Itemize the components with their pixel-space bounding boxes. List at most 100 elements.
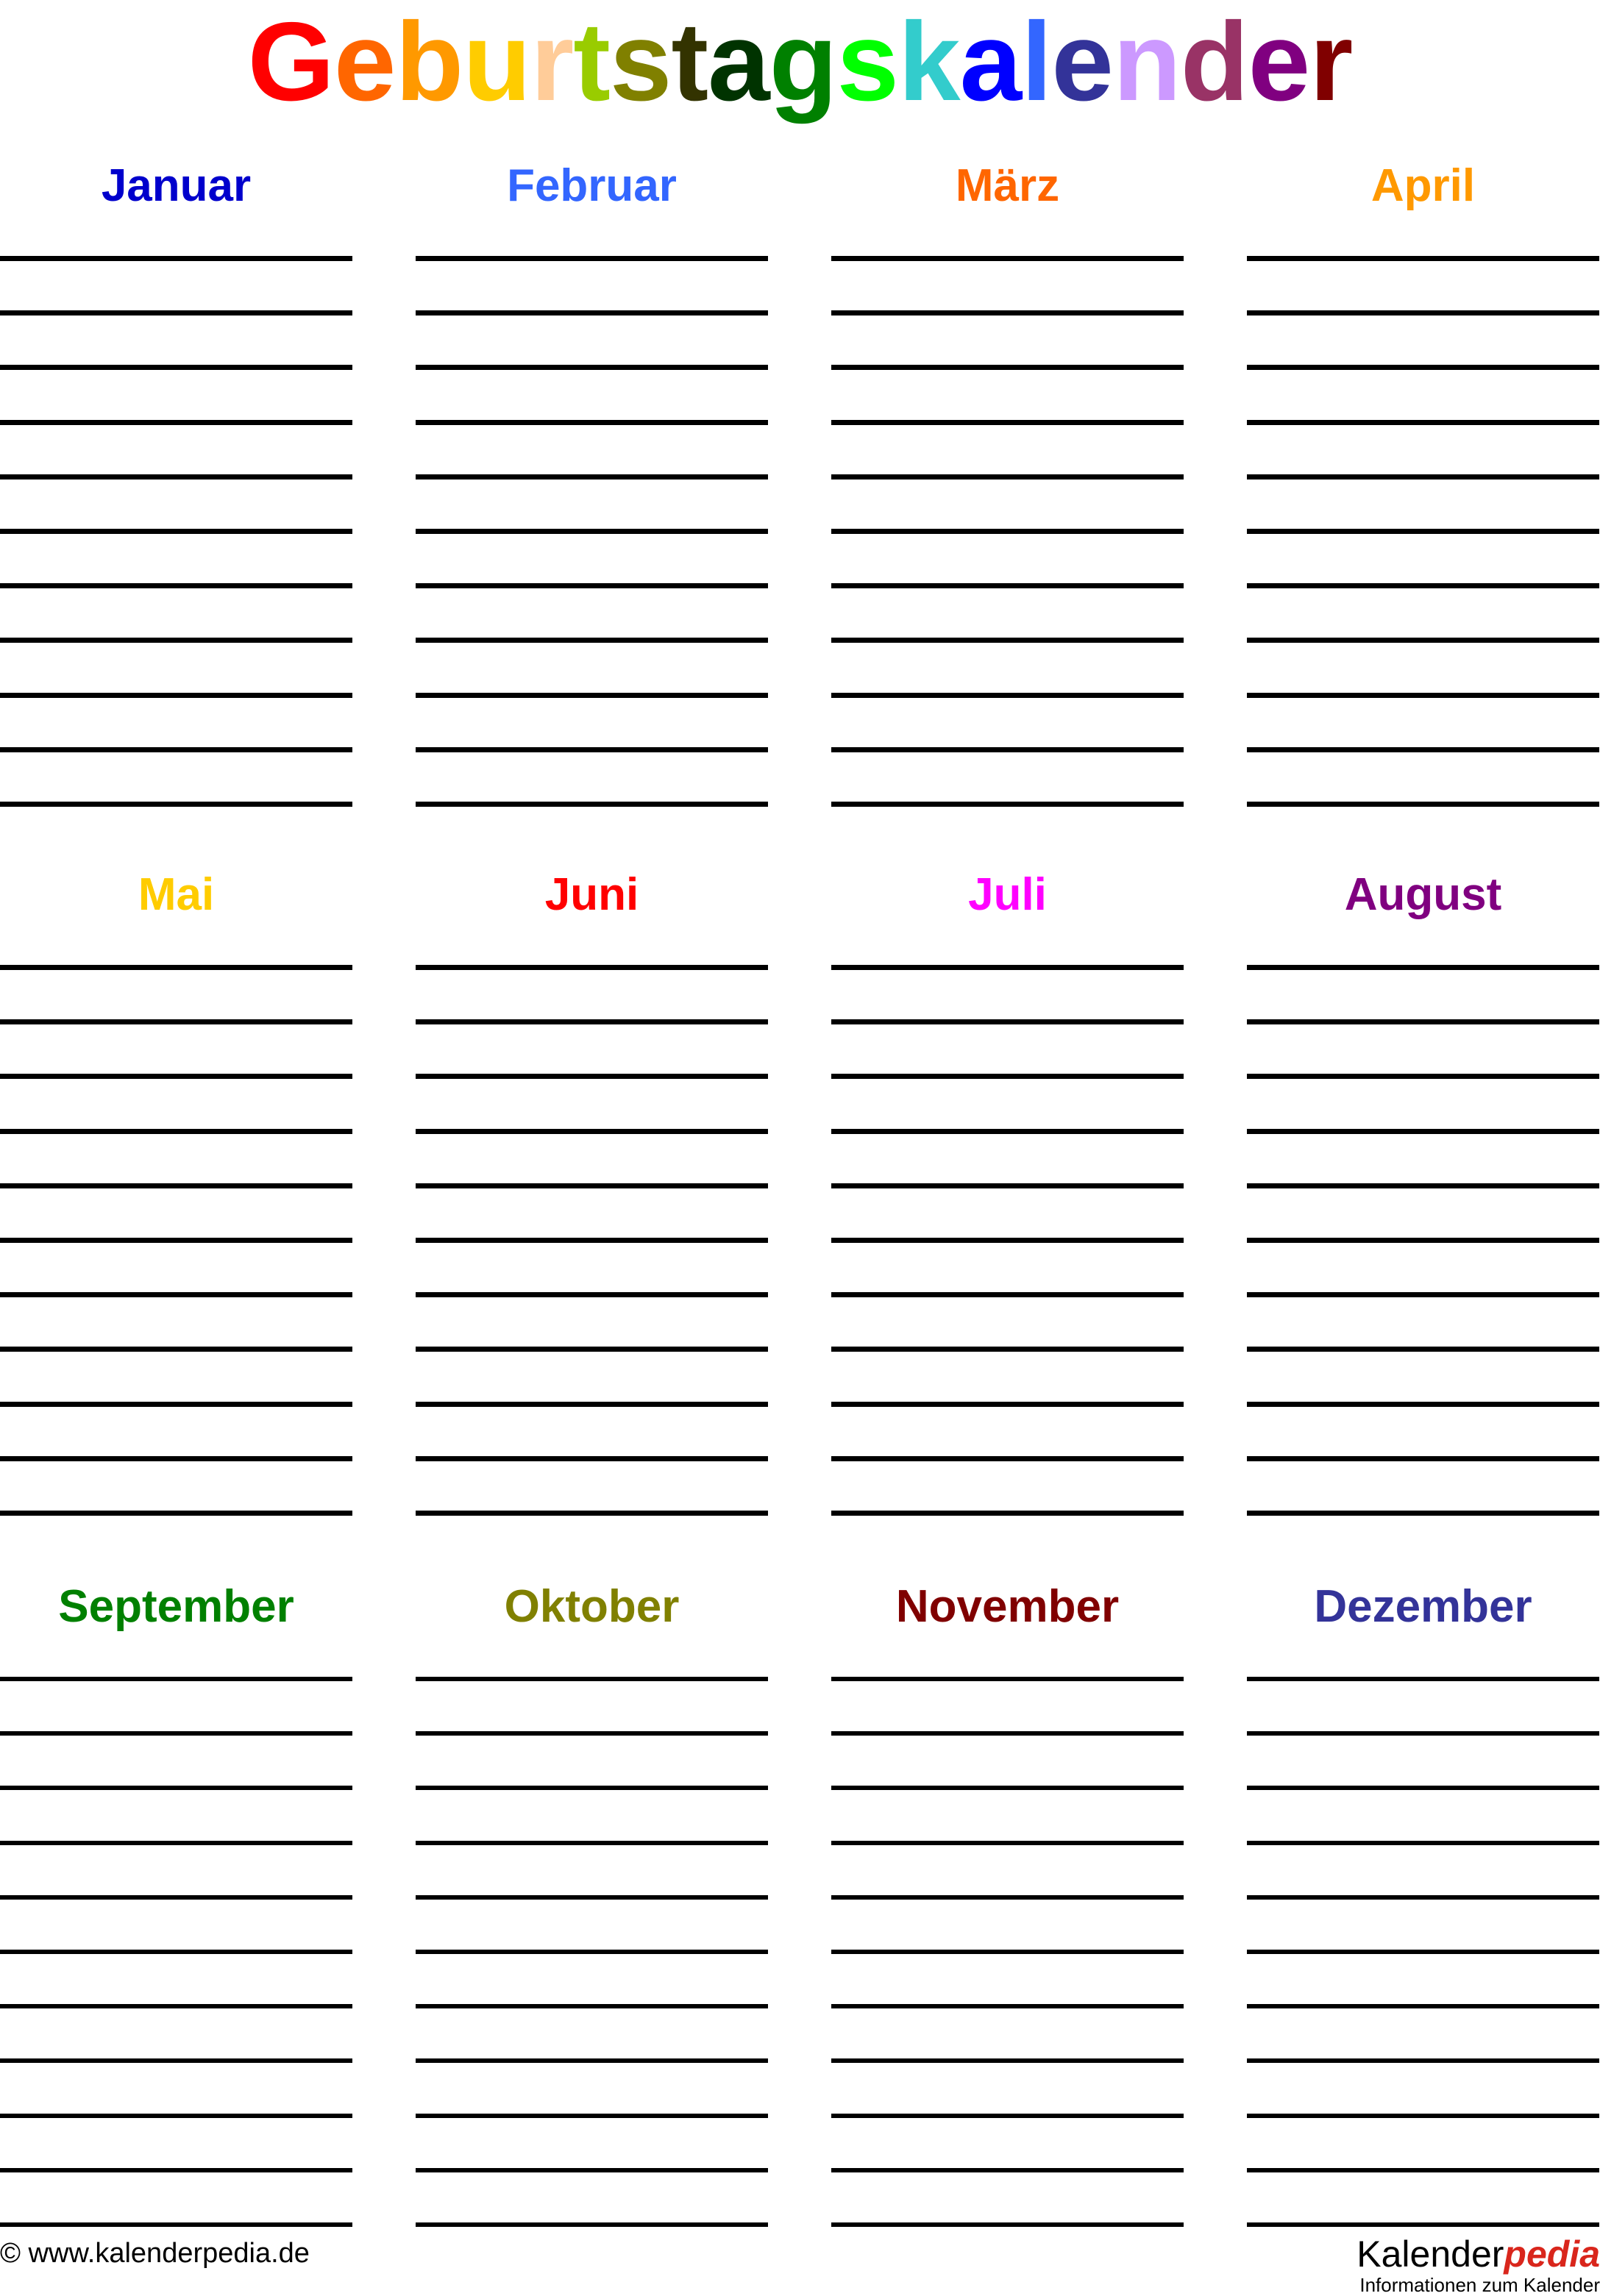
entry-line[interactable] [831,1237,1184,1292]
entry-line[interactable] [831,1510,1184,1565]
entry-line[interactable] [831,1074,1184,1128]
entry-line[interactable] [0,1510,352,1565]
entry-line[interactable] [416,965,768,1019]
entry-line[interactable] [416,365,768,419]
entry-line[interactable] [0,1128,352,1183]
entry-line[interactable] [831,1019,1184,1074]
entry-line[interactable] [0,1019,352,1074]
entry-line[interactable] [416,1237,768,1292]
entry-line[interactable] [1247,256,1599,310]
entry-line[interactable] [1247,528,1599,583]
entry-line[interactable] [0,256,352,310]
entry-line[interactable] [416,746,768,802]
entry-line[interactable] [416,1894,768,1950]
entry-line[interactable] [831,256,1184,310]
entry-line[interactable] [416,310,768,365]
entry-line[interactable] [831,1949,1184,2004]
entry-line[interactable] [0,1840,352,1895]
entry-line[interactable] [0,365,352,419]
entry-line[interactable] [416,1292,768,1347]
entry-line[interactable] [831,1128,1184,1183]
entry-line[interactable] [416,2004,768,2058]
entry-line[interactable] [416,1019,768,1074]
entry-line[interactable] [831,1183,1184,1238]
entry-line[interactable] [0,528,352,583]
entry-line[interactable] [1247,2004,1599,2058]
entry-line[interactable] [1247,474,1599,529]
entry-line[interactable] [1247,638,1599,692]
entry-line[interactable] [0,583,352,638]
entry-line[interactable] [831,1292,1184,1347]
entry-line[interactable] [831,746,1184,802]
entry-line[interactable] [416,2167,768,2222]
entry-line[interactable] [831,1731,1184,1786]
entry-line[interactable] [831,2058,1184,2113]
entry-line[interactable] [831,310,1184,365]
entry-line[interactable] [0,801,352,856]
entry-line[interactable] [0,1074,352,1128]
entry-line[interactable] [0,419,352,474]
entry-line[interactable] [1247,1510,1599,1565]
entry-line[interactable] [831,419,1184,474]
entry-line[interactable] [416,692,768,747]
entry-line[interactable] [831,1786,1184,1840]
entry-line[interactable] [1247,1949,1599,2004]
entry-line[interactable] [0,2004,352,2058]
entry-line[interactable] [1247,583,1599,638]
entry-line[interactable] [416,419,768,474]
entry-line[interactable] [831,2113,1184,2168]
entry-line[interactable] [416,528,768,583]
entry-line[interactable] [831,692,1184,747]
entry-line[interactable] [1247,1347,1599,1401]
entry-line[interactable] [0,474,352,529]
entry-line[interactable] [1247,1455,1599,1511]
entry-line[interactable] [831,1894,1184,1950]
entry-line[interactable] [416,1731,768,1786]
entry-line[interactable] [1247,801,1599,856]
entry-line[interactable] [416,1455,768,1511]
entry-line[interactable] [1247,1019,1599,1074]
entry-line[interactable] [1247,1840,1599,1895]
entry-line[interactable] [416,1183,768,1238]
entry-line[interactable] [1247,1677,1599,1731]
entry-line[interactable] [831,1455,1184,1511]
entry-line[interactable] [416,1949,768,2004]
entry-line[interactable] [0,1347,352,1401]
entry-line[interactable] [416,256,768,310]
entry-line[interactable] [416,2058,768,2113]
entry-line[interactable] [0,2167,352,2222]
entry-line[interactable] [831,638,1184,692]
entry-line[interactable] [0,638,352,692]
entry-line[interactable] [1247,2058,1599,2113]
entry-line[interactable] [831,2167,1184,2222]
entry-line[interactable] [416,1677,768,1731]
entry-line[interactable] [0,1786,352,1840]
entry-line[interactable] [831,801,1184,856]
entry-line[interactable] [416,1347,768,1401]
entry-line[interactable] [0,2058,352,2113]
entry-line[interactable] [1247,2113,1599,2168]
entry-line[interactable] [0,965,352,1019]
entry-line[interactable] [416,638,768,692]
entry-line[interactable] [416,1074,768,1128]
entry-line[interactable] [0,692,352,747]
entry-line[interactable] [1247,746,1599,802]
entry-line[interactable] [416,1840,768,1895]
entry-line[interactable] [416,801,768,856]
entry-line[interactable] [1247,692,1599,747]
entry-line[interactable] [0,1949,352,2004]
entry-line[interactable] [0,1455,352,1511]
entry-line[interactable] [1247,1786,1599,1840]
entry-line[interactable] [1247,365,1599,419]
entry-line[interactable] [0,1677,352,1731]
entry-line[interactable] [0,1401,352,1456]
entry-line[interactable] [1247,1401,1599,1456]
entry-line[interactable] [0,2113,352,2168]
entry-line[interactable] [1247,1074,1599,1128]
entry-line[interactable] [416,1510,768,1565]
entry-line[interactable] [0,1731,352,1786]
entry-line[interactable] [0,1894,352,1950]
entry-line[interactable] [1247,1731,1599,1786]
entry-line[interactable] [0,1183,352,1238]
entry-line[interactable] [831,474,1184,529]
